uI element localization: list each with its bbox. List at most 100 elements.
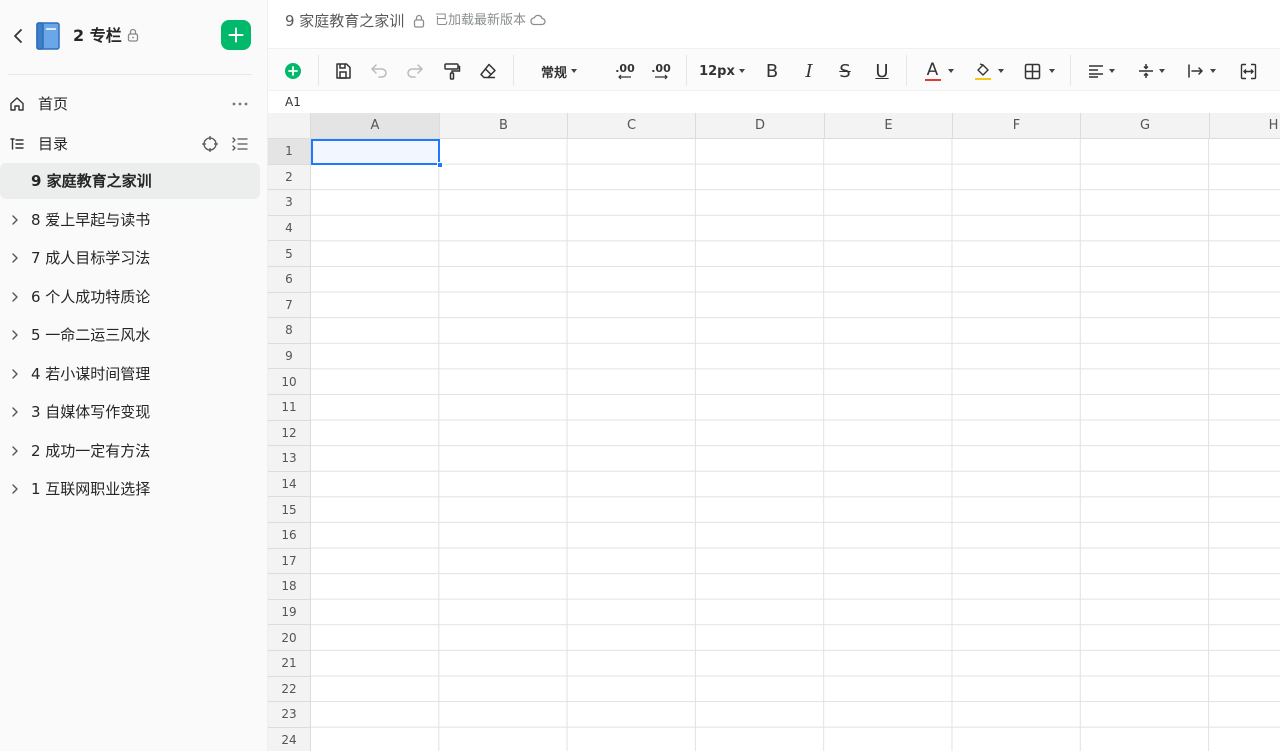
row-header[interactable]: 1	[268, 139, 311, 165]
more-icon[interactable]	[229, 95, 251, 113]
toc-item-label: 3 自媒体写作变现	[31, 403, 151, 421]
row-header[interactable]: 21	[268, 651, 311, 677]
undo-button[interactable]	[367, 58, 391, 84]
paint-bucket-icon	[976, 63, 989, 76]
column-header[interactable]: C	[568, 113, 696, 139]
chevron-right-icon[interactable]	[8, 444, 22, 458]
spreadsheet-grid[interactable]: A B C D E F G H 1 2 3 4 5 6 7 8 9 10 11 …	[268, 113, 1280, 751]
row-header[interactable]: 6	[268, 267, 311, 293]
column-header[interactable]: D	[696, 113, 825, 139]
clear-format-button[interactable]	[476, 58, 500, 84]
row-header[interactable]: 2	[268, 164, 311, 191]
row-header[interactable]: 5	[268, 241, 311, 267]
toc-item[interactable]: 2 成功一定有方法	[0, 433, 260, 469]
toc-item[interactable]: 6 个人成功特质论	[0, 279, 260, 315]
toc-item[interactable]: 3 自媒体写作变现	[0, 394, 260, 430]
toc-item[interactable]: 8 爱上早起与读书	[0, 202, 260, 238]
app-window: 2 专栏 首页 目录 9 家庭教育之家训 8 爱上早起与读书 7 成人目标学习法…	[0, 0, 1280, 751]
caret-down-icon	[1048, 69, 1055, 73]
fill-color-swatch	[974, 78, 991, 80]
toc-item[interactable]: 7 成人目标学习法	[0, 240, 260, 276]
chevron-right-icon[interactable]	[8, 290, 22, 304]
insert-button[interactable]	[282, 58, 304, 84]
row-header[interactable]: 14	[268, 471, 311, 498]
number-format-select[interactable]: 常规	[534, 58, 584, 84]
text-wrap-button[interactable]	[1184, 58, 1218, 84]
locate-icon[interactable]	[201, 135, 219, 153]
border-button[interactable]	[1020, 58, 1058, 84]
fill-color-button[interactable]	[970, 58, 1008, 84]
column-header[interactable]: E	[825, 113, 953, 139]
column-header[interactable]: F	[953, 113, 1081, 139]
column-header[interactable]: A	[311, 113, 440, 139]
redo-button[interactable]	[403, 58, 427, 84]
row-header[interactable]: 19	[268, 599, 311, 626]
caret-down-icon	[947, 69, 954, 73]
merge-cells-button[interactable]	[1236, 58, 1260, 84]
sidebar-item-label: 目录	[38, 135, 69, 153]
row-header[interactable]: 22	[268, 676, 311, 703]
fill-handle[interactable]	[437, 162, 443, 168]
toc-item[interactable]: 9 家庭教育之家训	[0, 163, 260, 199]
chevron-right-icon[interactable]	[8, 367, 22, 381]
italic-button[interactable]: I	[797, 58, 821, 84]
column-header[interactable]: G	[1081, 113, 1210, 139]
doc-title[interactable]: 9 家庭教育之家训	[285, 11, 404, 31]
lock-icon	[413, 14, 425, 28]
horizontal-align-button[interactable]	[1084, 58, 1118, 84]
chevron-right-icon[interactable]	[8, 405, 22, 419]
caret-down-icon	[1209, 69, 1216, 73]
underline-button[interactable]: U	[870, 58, 894, 84]
plus-circle-icon	[285, 63, 301, 79]
cell-reference[interactable]: A1	[285, 94, 301, 110]
decimal-label: .00	[615, 61, 635, 75]
chevron-right-icon[interactable]	[8, 482, 22, 496]
column-header[interactable]: H	[1210, 113, 1280, 139]
cell-area[interactable]	[311, 139, 1280, 751]
chevron-right-icon[interactable]	[8, 213, 22, 227]
collapse-all-icon[interactable]	[231, 135, 249, 153]
sidebar-header: 2 专栏	[0, 0, 268, 74]
chevron-right-icon[interactable]	[8, 328, 22, 342]
increase-decimal-button[interactable]: .00	[648, 58, 674, 84]
chevron-right-icon[interactable]	[8, 251, 22, 265]
column-header[interactable]: B	[440, 113, 568, 139]
row-header[interactable]: 18	[268, 574, 311, 600]
bold-button[interactable]: B	[760, 58, 784, 84]
decimal-label: .00	[651, 61, 671, 75]
add-button[interactable]	[221, 20, 251, 50]
row-header[interactable]: 24	[268, 727, 311, 751]
toc-item[interactable]: 4 若小谋时间管理	[0, 356, 260, 392]
font-size-select[interactable]: 12px	[698, 58, 746, 84]
row-header[interactable]: 13	[268, 446, 311, 472]
strikethrough-button[interactable]: S	[833, 58, 857, 84]
row-header[interactable]: 16	[268, 523, 311, 549]
book-title[interactable]: 2 专栏	[73, 25, 122, 47]
select-all-corner[interactable]	[268, 113, 311, 139]
redo-icon	[407, 64, 423, 78]
sidebar-item-toc[interactable]: 目录	[0, 126, 268, 162]
row-header[interactable]: 9	[268, 343, 311, 370]
row-header[interactable]: 23	[268, 702, 311, 728]
row-header[interactable]: 7	[268, 292, 311, 319]
selected-cell[interactable]	[311, 139, 440, 165]
row-header[interactable]: 3	[268, 190, 311, 216]
text-color-button[interactable]: A	[920, 58, 958, 84]
toc-item[interactable]: 1 互联网职业选择	[0, 471, 260, 507]
row-header[interactable]: 12	[268, 420, 311, 447]
decrease-decimal-button[interactable]: .00	[612, 58, 638, 84]
row-header[interactable]: 11	[268, 395, 311, 421]
save-button[interactable]	[331, 58, 355, 84]
row-header[interactable]: 15	[268, 497, 311, 523]
toc-item[interactable]: 5 一命二运三风水	[0, 317, 260, 353]
row-header[interactable]: 8	[268, 318, 311, 344]
back-button[interactable]	[8, 24, 28, 48]
row-header[interactable]: 20	[268, 625, 311, 651]
sidebar-item-home[interactable]: 首页	[0, 86, 268, 122]
vertical-align-button[interactable]	[1134, 58, 1168, 84]
format-painter-button[interactable]	[440, 58, 464, 84]
row-header[interactable]: 10	[268, 369, 311, 395]
row-header[interactable]: 4	[268, 215, 311, 242]
sidebar-divider	[8, 74, 252, 75]
row-header[interactable]: 17	[268, 548, 311, 575]
